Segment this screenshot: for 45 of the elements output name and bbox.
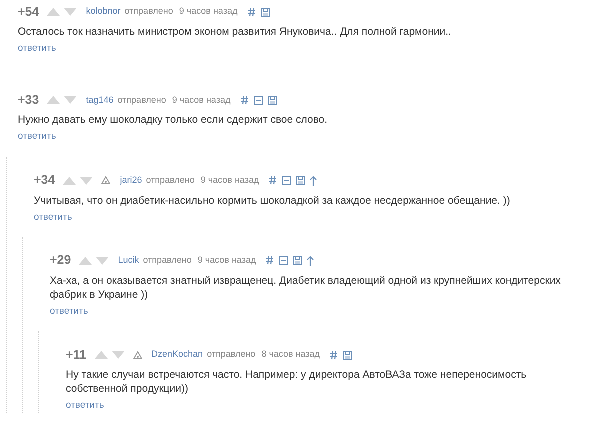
save-icon[interactable] bbox=[268, 96, 277, 105]
comment-text: Ха-ха, а он оказывается знатный извращенец. Диабетик владеющий одной из крупнейших кондитерских фабрик в Украине )) bbox=[50, 274, 562, 302]
comment-time: 9 часов назад bbox=[179, 5, 238, 18]
collapse-icon[interactable] bbox=[279, 256, 288, 266]
sent-label: отправлено bbox=[124, 5, 174, 18]
reply-link[interactable]: ответить bbox=[34, 210, 72, 225]
author-link[interactable]: tag146 bbox=[86, 94, 114, 107]
author-link[interactable]: jari26 bbox=[120, 174, 142, 188]
rating: +11 bbox=[66, 346, 87, 364]
author-link[interactable]: kolobnor bbox=[86, 5, 121, 19]
comment-text: Осталось ток назначить министром эконом развития Януковича.. Для полной гармонии.. bbox=[18, 25, 452, 39]
rating: +33 bbox=[18, 92, 40, 109]
hash-icon[interactable] bbox=[269, 176, 278, 185]
author-link[interactable]: Lucik bbox=[118, 254, 140, 268]
save-icon[interactable] bbox=[296, 176, 306, 185]
sent-label: отправлено bbox=[118, 94, 166, 107]
up-arrow-icon[interactable] bbox=[307, 256, 314, 266]
sent-label: отправлено bbox=[143, 254, 192, 267]
hash-icon[interactable] bbox=[330, 350, 338, 360]
reply-link[interactable]: ответить bbox=[66, 399, 104, 414]
save-icon[interactable] bbox=[260, 8, 270, 16]
rating: +54 bbox=[18, 4, 40, 21]
comment-time: 8 часов назад bbox=[262, 348, 320, 362]
reply-link[interactable]: ответить bbox=[50, 304, 88, 319]
comment-time: 9 часов назад bbox=[198, 254, 256, 267]
hash-icon[interactable] bbox=[266, 256, 274, 266]
author-link[interactable]: DzenKochan bbox=[152, 348, 204, 362]
save-icon[interactable] bbox=[293, 256, 302, 266]
save-icon[interactable] bbox=[343, 350, 352, 360]
rating: +29 bbox=[50, 252, 72, 270]
collapse-icon[interactable] bbox=[282, 176, 292, 185]
collapse-icon[interactable] bbox=[254, 96, 263, 105]
rating: +34 bbox=[34, 172, 56, 190]
comment-text: Ну такие случаи встречаются часто. Например: у директора АвтоВАЗа тоже непереносимость собственной продукции)) bbox=[66, 368, 528, 396]
sent-label: отправлено bbox=[207, 348, 256, 362]
hash-icon[interactable] bbox=[248, 8, 256, 16]
comment-time: 9 часов назад bbox=[200, 174, 260, 187]
comment-time: 9 часов назад bbox=[172, 94, 231, 107]
reply-link[interactable]: ответить bbox=[18, 130, 56, 144]
comment-text: Учитывая, что он диабетик-насильно кормить шоколадкой за каждое несдержанное обещание. )) bbox=[34, 194, 512, 208]
sent-label: отправлено bbox=[146, 174, 195, 187]
comment-text: Нужно давать ему шоколадку только если сдержит свое слово. bbox=[18, 113, 329, 128]
hash-icon[interactable] bbox=[240, 96, 249, 105]
reply-link[interactable]: ответить bbox=[18, 42, 56, 56]
up-arrow-icon[interactable] bbox=[310, 176, 318, 186]
